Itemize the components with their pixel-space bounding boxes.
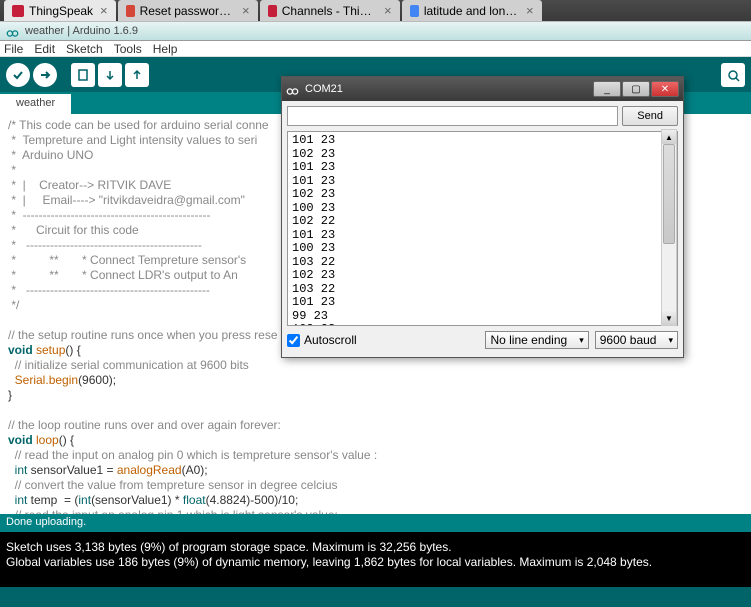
close-icon[interactable]: × — [526, 3, 534, 18]
compile-console: Sketch uses 3,138 bytes (9%) of program … — [0, 532, 751, 587]
menu-file[interactable]: File — [4, 42, 23, 56]
menu-edit[interactable]: Edit — [34, 42, 55, 56]
tab-label: latitude and longitude o — [424, 4, 519, 18]
serial-input[interactable] — [287, 106, 618, 126]
serial-monitor-button[interactable] — [721, 63, 745, 87]
arduino-logo-icon — [286, 85, 299, 94]
save-button[interactable] — [125, 63, 149, 87]
favicon-icon — [12, 5, 24, 17]
open-button[interactable] — [98, 63, 122, 87]
serial-title: COM21 — [305, 83, 586, 95]
scroll-thumb[interactable] — [663, 144, 675, 244]
menu-help[interactable]: Help — [153, 42, 178, 56]
favicon-icon — [126, 5, 135, 17]
scroll-down-icon[interactable]: ▼ — [662, 311, 676, 325]
footer-bar — [0, 587, 751, 607]
new-button[interactable] — [71, 63, 95, 87]
minimize-button[interactable]: _ — [593, 81, 621, 97]
close-button[interactable]: ✕ — [651, 81, 679, 97]
browser-tabbar: ThingSpeak × Reset password instruct × C… — [0, 0, 751, 21]
maximize-button[interactable]: ▢ — [622, 81, 650, 97]
send-button[interactable]: Send — [622, 106, 678, 126]
autoscroll-check-input[interactable] — [287, 334, 300, 347]
upload-button[interactable] — [33, 63, 57, 87]
favicon-icon — [268, 5, 277, 17]
close-icon[interactable]: × — [384, 3, 392, 18]
scroll-up-icon[interactable]: ▲ — [662, 130, 676, 144]
browser-tab[interactable]: Reset password instruct × — [118, 0, 258, 21]
browser-tab[interactable]: Channels - ThingSpeak × — [260, 0, 400, 21]
browser-tab[interactable]: latitude and longitude o × — [402, 0, 542, 21]
status-bar: Done uploading. — [0, 514, 751, 532]
baud-select[interactable]: 9600 baud — [595, 331, 678, 349]
browser-tab[interactable]: ThingSpeak × — [4, 0, 116, 21]
menu-tools[interactable]: Tools — [114, 42, 142, 56]
close-icon[interactable]: × — [242, 3, 250, 18]
menu-bar: File Edit Sketch Tools Help — [0, 41, 751, 57]
line-ending-select[interactable]: No line ending — [485, 331, 588, 349]
arduino-window-titlebar: weather | Arduino 1.6.9 — [0, 21, 751, 41]
menu-sketch[interactable]: Sketch — [66, 42, 103, 56]
tab-label: Channels - ThingSpeak — [282, 4, 377, 18]
scrollbar[interactable]: ▲ ▼ — [661, 129, 677, 326]
verify-button[interactable] — [6, 63, 30, 87]
window-title: weather | Arduino 1.6.9 — [25, 25, 138, 37]
close-icon[interactable]: × — [100, 3, 108, 18]
favicon-icon — [410, 5, 419, 17]
tab-label: Reset password instruct — [140, 4, 235, 18]
serial-titlebar[interactable]: COM21 _ ▢ ✕ — [282, 77, 683, 101]
console-line: Sketch uses 3,138 bytes (9%) of program … — [6, 540, 452, 554]
serial-output[interactable]: 101 23 102 23 101 23 101 23 102 23 100 2… — [287, 131, 678, 326]
serial-monitor-window: COM21 _ ▢ ✕ Send 101 23 102 23 101 23 10… — [281, 76, 684, 358]
arduino-logo-icon — [6, 27, 19, 36]
console-line: Global variables use 186 bytes (9%) of d… — [6, 555, 652, 569]
tab-label: ThingSpeak — [29, 4, 93, 18]
file-tab-weather[interactable]: weather — [0, 94, 71, 114]
autoscroll-label: Autoscroll — [304, 333, 357, 347]
autoscroll-checkbox[interactable]: Autoscroll — [287, 333, 357, 347]
